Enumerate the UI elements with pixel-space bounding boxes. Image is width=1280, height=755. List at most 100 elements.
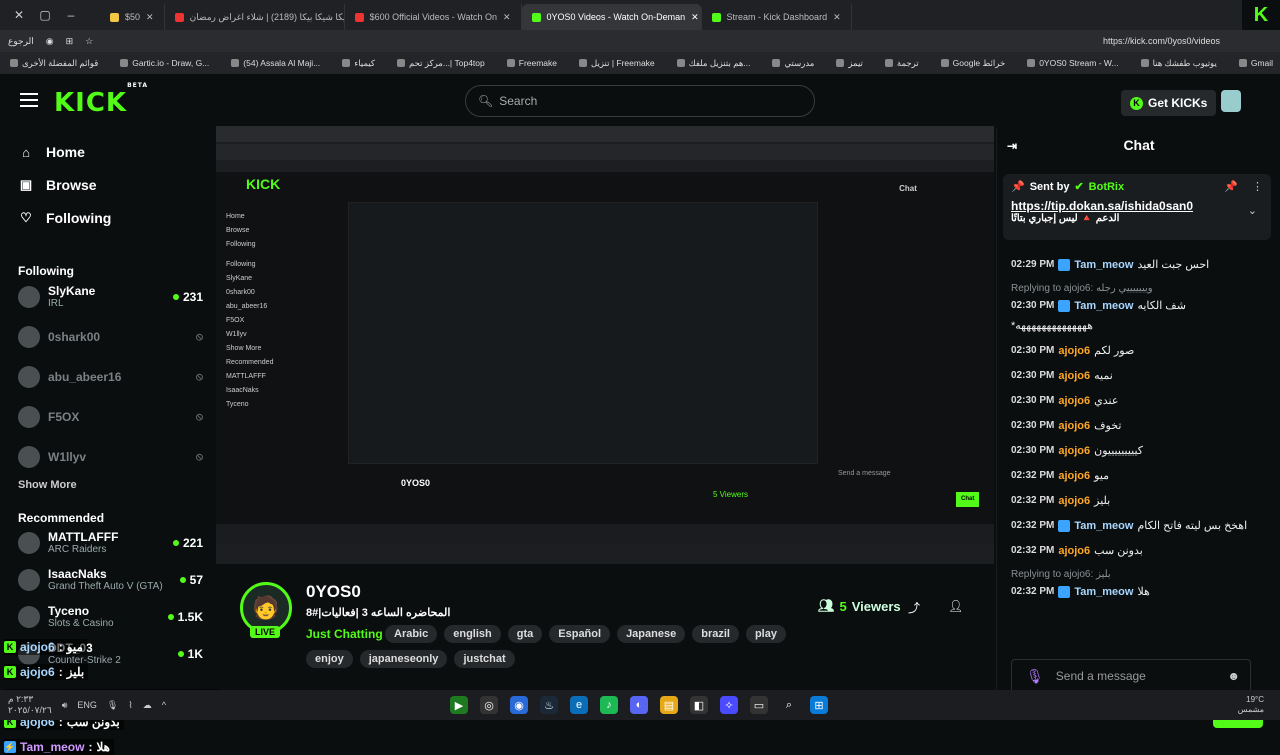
- search-taskbar-icon[interactable]: ⌕: [780, 696, 798, 714]
- tab-close-icon[interactable]: ✕: [503, 12, 511, 23]
- chat-username[interactable]: Tam_meow: [1074, 259, 1133, 271]
- chat-username[interactable]: Tam_meow: [1074, 586, 1133, 598]
- mic-icon[interactable]: 🎙︎: [1026, 668, 1044, 685]
- bookmark-item[interactable]: مدرستي: [772, 58, 814, 69]
- stream-tag[interactable]: Japanese: [617, 625, 686, 643]
- streamer-name[interactable]: 0YOS0: [306, 582, 361, 602]
- sidebar-recommended-item[interactable]: IsaacNaks Grand Theft Auto V (GTA) 57: [18, 565, 203, 595]
- chat-username[interactable]: ajojo6: [1058, 545, 1090, 557]
- chevron-up-icon[interactable]: ^: [162, 700, 166, 710]
- sidebar-recommended-item[interactable]: MATTLAFFF ARC Raiders 221: [18, 528, 203, 558]
- bookmark-item[interactable]: كيمياء: [342, 58, 375, 69]
- kick-logo[interactable]: KICKBETA: [54, 82, 148, 118]
- browser-tab[interactable]: $50 ✕: [100, 4, 165, 30]
- tab-close-icon[interactable]: ✕: [833, 12, 841, 23]
- browser-tab[interactable]: Stream - Kick Dashboard ✕: [702, 4, 852, 30]
- task-view-icon[interactable]: ▭: [750, 696, 768, 714]
- browser-tab[interactable]: $600 Official Videos - Watch On ✕: [345, 4, 522, 30]
- stream-tag[interactable]: gta: [507, 625, 543, 643]
- kick-extension-icon[interactable]: K: [1242, 0, 1280, 30]
- minimize-icon[interactable]: –: [60, 4, 82, 26]
- bookmark-item[interactable]: ترجمة: [884, 58, 919, 69]
- search-input[interactable]: 🔍︎ Search: [465, 85, 815, 117]
- kick-app-icon[interactable]: ▶: [450, 696, 468, 714]
- profile-icon[interactable]: ◉: [46, 36, 54, 47]
- chat-username[interactable]: ajojo6: [1058, 395, 1090, 407]
- bookmark-item[interactable]: مركز تحم...| Top4top: [396, 58, 485, 69]
- bookmark-item[interactable]: هم بتنزيل ملفك...: [676, 58, 750, 69]
- bookmark-item[interactable]: تيمز: [836, 58, 863, 69]
- sidebar-following-item[interactable]: SlyKane IRL 231: [18, 282, 203, 312]
- share-icon[interactable]: ⤴: [908, 599, 920, 616]
- unpin-icon[interactable]: 📌: [1224, 180, 1238, 193]
- bookmark-item[interactable]: Google خرائط: [940, 58, 1005, 69]
- sidebar-following-item[interactable]: abu_abeer16 ⦸: [18, 362, 203, 392]
- stream-tag[interactable]: Español: [549, 625, 611, 643]
- extensions-icon[interactable]: ⊞: [66, 36, 74, 47]
- stream-tag[interactable]: justchat: [454, 650, 515, 668]
- bookmark-item[interactable]: يوتيوب طفشك هنا: [1140, 58, 1217, 69]
- chat-message-input[interactable]: 🎙︎ Send a message ☻: [1011, 659, 1251, 693]
- menu-icon[interactable]: [20, 93, 38, 107]
- browser-tab[interactable]: أمريكا شيكا بيكا (2189) | شلاء اغراض رمض…: [165, 4, 345, 30]
- user-avatar[interactable]: [1221, 90, 1241, 112]
- chrome-icon[interactable]: ◉: [510, 696, 528, 714]
- stream-tag[interactable]: japaneseonly: [359, 650, 448, 668]
- mic-tray-icon[interactable]: 🎙︎: [107, 700, 118, 711]
- chevron-down-icon[interactable]: ⌄: [1248, 204, 1257, 217]
- tab-close-icon[interactable]: ✕: [146, 12, 154, 23]
- discord-icon[interactable]: ◐: [630, 696, 648, 714]
- favorites-icon[interactable]: ☆: [85, 36, 93, 47]
- obs-icon[interactable]: ◎: [480, 696, 498, 714]
- chat-username[interactable]: ajojo6: [1058, 445, 1090, 457]
- nav-browse[interactable]: ▣ Browse: [18, 177, 97, 193]
- bookmark-item[interactable]: Freemake: [506, 58, 557, 68]
- store-icon[interactable]: ◧: [690, 696, 708, 714]
- stream-tag[interactable]: brazil: [692, 625, 739, 643]
- show-more-button[interactable]: Show More: [18, 479, 77, 491]
- stream-tag[interactable]: play: [745, 625, 786, 643]
- chat-username[interactable]: ajojo6: [1058, 470, 1090, 482]
- bookmark-item[interactable]: قوائم المفضلة الأخرى: [10, 58, 98, 69]
- spotify-icon[interactable]: ♪: [600, 696, 618, 714]
- collapse-chat-icon[interactable]: ⇥: [1007, 139, 1017, 153]
- bookmark-item[interactable]: Gmail: [1238, 58, 1273, 68]
- edge-icon[interactable]: e: [570, 696, 588, 714]
- bookmark-item[interactable]: (54) Assala Al Maji...: [231, 58, 320, 68]
- follow-icon[interactable]: 👤︎: [948, 599, 963, 613]
- nav-home[interactable]: ⌂ Home: [18, 144, 85, 160]
- steam-icon[interactable]: ♨: [540, 696, 558, 714]
- start-icon[interactable]: ⊞: [810, 696, 828, 714]
- stream-tag[interactable]: Arabic: [385, 625, 438, 643]
- chat-username[interactable]: Tam_meow: [1074, 520, 1133, 532]
- chat-username[interactable]: Tam_meow: [1074, 300, 1133, 312]
- sidebar-following-item[interactable]: 0shark00 ⦸: [18, 322, 203, 352]
- stream-tag[interactable]: enjoy: [306, 650, 353, 668]
- language-indicator[interactable]: ENG: [77, 700, 97, 710]
- volume-icon[interactable]: 🔊︎: [62, 700, 68, 711]
- video-player[interactable]: KICK Home Browse Following Following Sly…: [216, 126, 994, 564]
- sidebar-following-item[interactable]: F5OX ⦸: [18, 402, 203, 432]
- more-options-icon[interactable]: ⋮: [1252, 180, 1263, 193]
- get-kicks-button[interactable]: K Get KICKs: [1121, 90, 1217, 116]
- nav-following[interactable]: ♡ Following: [18, 210, 111, 226]
- copilot-icon[interactable]: ✧: [720, 696, 738, 714]
- bookmark-item[interactable]: تنزيل | Freemake: [579, 58, 655, 69]
- chat-username[interactable]: ajojo6: [1058, 420, 1090, 432]
- tab-close-icon[interactable]: ✕: [691, 12, 699, 23]
- wifi-icon[interactable]: ⌇: [128, 700, 132, 711]
- maximize-icon[interactable]: ▢: [34, 4, 56, 26]
- browser-tab[interactable]: 0YOS0 Videos - Watch On-Deman ✕: [521, 4, 702, 30]
- sidebar-following-item[interactable]: W1llyv ⦸: [18, 442, 203, 472]
- chat-username[interactable]: ajojo6: [1058, 495, 1090, 507]
- bookmark-item[interactable]: 0YOS0 Stream - W...: [1027, 58, 1119, 68]
- stream-tag[interactable]: english: [444, 625, 501, 643]
- file-explorer-icon[interactable]: ▤: [660, 696, 678, 714]
- pinned-link[interactable]: https://tip.dokan.sa/ishida0san0: [1011, 199, 1263, 213]
- chat-username[interactable]: ajojo6: [1058, 345, 1090, 357]
- bookmark-item[interactable]: Gartic.io - Draw, G...: [120, 58, 209, 68]
- emoji-icon[interactable]: ☻: [1227, 669, 1240, 683]
- close-icon[interactable]: ✕: [8, 4, 30, 26]
- chat-username[interactable]: ajojo6: [1058, 370, 1090, 382]
- stream-category[interactable]: Just Chatting: [306, 627, 383, 641]
